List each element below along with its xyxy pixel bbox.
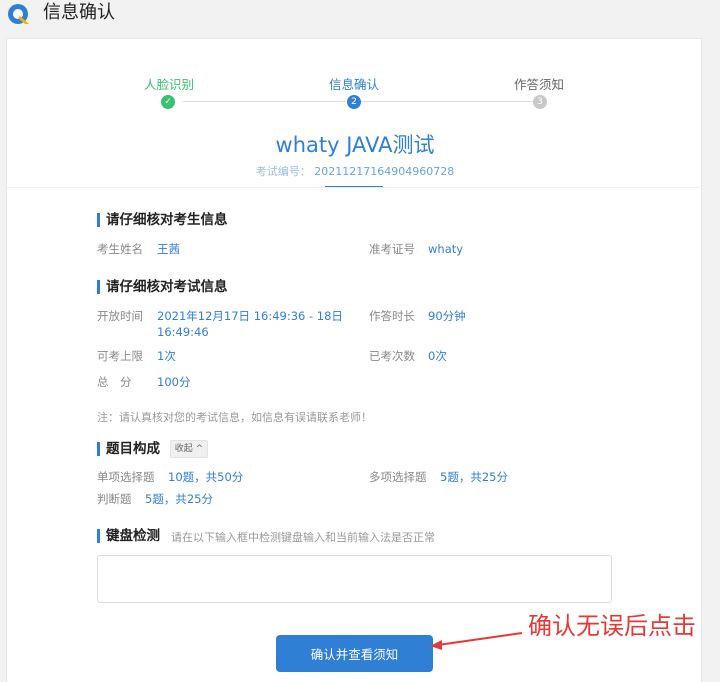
exam-code-label: 考试编号： xyxy=(255,165,311,178)
step-connector xyxy=(361,101,533,102)
keyboard-section-title: 键盘检测 xyxy=(97,528,160,544)
ticket-number-label: 准考证号 xyxy=(369,242,415,256)
exam-section-title: 请仔细核对考试信息 xyxy=(97,279,228,295)
app-logo-icon xyxy=(8,4,29,24)
duration-value: 90分钟 xyxy=(428,309,466,323)
step-pending-indicator: 3 xyxy=(533,95,547,109)
ticket-number-value: whaty xyxy=(428,242,464,256)
true-false-label: 判断题 xyxy=(97,492,132,506)
total-score-label: 总 分 xyxy=(97,375,132,389)
window-title: 信息确认 xyxy=(43,2,115,23)
open-time-label: 开放时间 xyxy=(97,309,143,323)
attempts-taken-label: 已考次数 xyxy=(369,349,415,363)
multi-choice-label: 多项选择题 xyxy=(369,470,427,484)
total-score-value: 100分 xyxy=(157,375,191,389)
exam-title: whaty JAVA测试 xyxy=(275,133,435,157)
keyboard-test-input[interactable] xyxy=(97,555,612,603)
attempts-taken-value: 0次 xyxy=(428,349,447,363)
step-current-indicator: 2 xyxy=(347,95,361,109)
verify-note: 注：请认真核对您的考试信息，如信息有误请联系老师！ xyxy=(97,411,372,424)
max-attempts-label: 可考上限 xyxy=(97,349,143,363)
candidate-name-value: 王茜 xyxy=(157,242,180,256)
annotation-arrow-icon xyxy=(430,632,523,650)
open-time-value-line1: 2021年12月17日 16:49:36 - 18日 xyxy=(157,309,343,323)
step-label-info: 信息确认 xyxy=(328,77,379,92)
true-false-value: 5题，共25分 xyxy=(145,492,213,506)
candidate-section-title: 请仔细核对考生信息 xyxy=(97,212,228,228)
confirm-view-notice-button[interactable]: 确认并查看须知 xyxy=(276,635,433,672)
info-confirm-card: 人脸识别 信息确认 作答须知 ✓ 2 3 whaty JAVA测试 考试编号： … xyxy=(6,38,703,682)
step-connector xyxy=(183,101,346,102)
annotation-text: 确认无误后点击 xyxy=(528,612,696,640)
duration-label: 作答时长 xyxy=(369,309,415,323)
step-done-check-icon: ✓ xyxy=(161,95,175,109)
single-choice-label: 单项选择题 xyxy=(97,470,155,484)
title-bar: 信息确认 xyxy=(0,0,720,28)
max-attempts-value: 1次 xyxy=(157,349,176,363)
step-label-face: 人脸识别 xyxy=(143,77,194,92)
exam-code: 考试编号： 20211217164904960728 xyxy=(7,163,703,180)
step-label-notice: 作答须知 xyxy=(513,77,564,92)
single-choice-value: 10题，共50分 xyxy=(168,470,244,484)
collapse-button[interactable]: 收起 ^ xyxy=(170,440,208,458)
divider xyxy=(7,187,703,188)
composition-section-title: 题目构成 xyxy=(97,441,160,457)
multi-choice-value: 5题，共25分 xyxy=(440,470,508,484)
exam-code-value: 20211217164904960728 xyxy=(314,165,455,178)
keyboard-hint: 请在以下输入框中检测键盘输入和当前输入法是否正常 xyxy=(171,531,435,544)
candidate-name-label: 考生姓名 xyxy=(97,242,143,256)
open-time-value-line2: 16:49:46 xyxy=(157,325,209,339)
